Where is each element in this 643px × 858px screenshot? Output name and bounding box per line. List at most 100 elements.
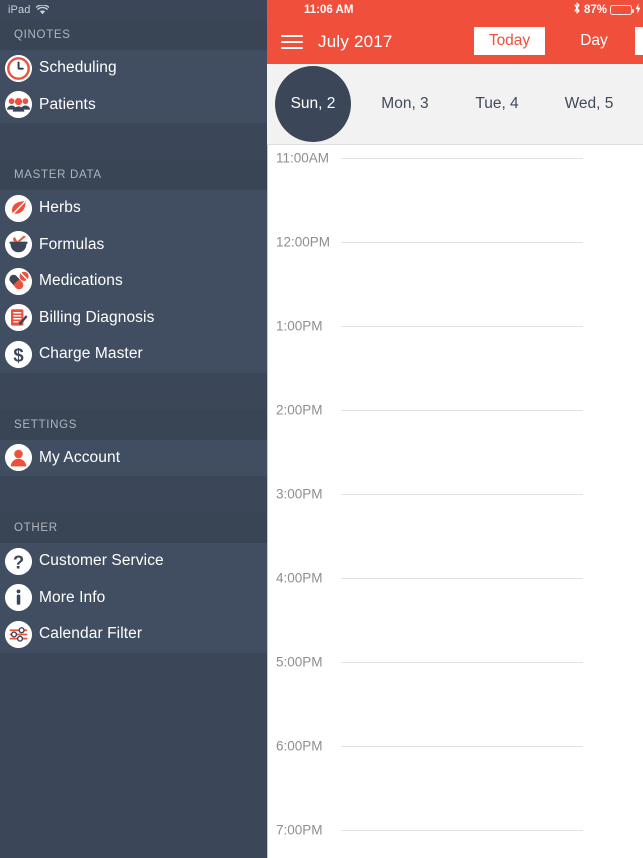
hour-label: 5:00PM bbox=[276, 654, 323, 670]
sidebar-item-label: Scheduling bbox=[39, 59, 117, 77]
svg-text:$: $ bbox=[13, 344, 24, 365]
sidebar-group-master-data: Herbs Formulas Medications Billing Diagn… bbox=[0, 190, 267, 373]
pills-icon bbox=[5, 267, 32, 295]
day-tab-label: Sun, 2 bbox=[290, 95, 336, 112]
sliders-filter-icon bbox=[5, 620, 32, 648]
device-label: iPad bbox=[8, 4, 31, 16]
hour-gridline bbox=[341, 326, 583, 327]
day-tab-mon-3[interactable]: Mon, 3 bbox=[359, 64, 451, 144]
sidebar-group-other: ? Customer Service More Info Calendar Fi… bbox=[0, 543, 267, 653]
sidebar-item-billing-diagnosis[interactable]: Billing Diagnosis bbox=[0, 300, 267, 337]
sidebar-item-label: Herbs bbox=[39, 199, 81, 217]
hour-label: 3:00PM bbox=[276, 486, 323, 502]
calendar-grid[interactable]: 11:00AM 12:00PM 1:00PM 2:00PM 3:00PM 4:0… bbox=[267, 145, 643, 858]
hour-label: 7:00PM bbox=[276, 822, 323, 838]
wifi-icon bbox=[36, 4, 50, 15]
hour-gridline bbox=[341, 494, 583, 495]
sidebar-item-label: Medications bbox=[39, 272, 123, 290]
question-mark-icon: ? bbox=[5, 547, 32, 575]
grid-left-border bbox=[267, 145, 268, 858]
view-day-button[interactable]: Day bbox=[564, 27, 624, 55]
ios-status-bar: 11:06 AM 87% bbox=[267, 0, 643, 20]
hour-gridline bbox=[341, 242, 583, 243]
leaf-icon bbox=[5, 194, 32, 222]
calendar-navbar: July 2017 Today Day bbox=[267, 20, 643, 64]
sidebar-item-label: Patients bbox=[39, 95, 96, 113]
sidebar-section-title: SETTINGS bbox=[14, 418, 78, 431]
sidebar-item-medications[interactable]: Medications bbox=[0, 263, 267, 300]
day-tab-label: Tue, 4 bbox=[475, 95, 519, 112]
sidebar-item-charge-master[interactable]: $ Charge Master bbox=[0, 336, 267, 373]
bluetooth-icon bbox=[573, 1, 581, 19]
hour-label: 2:00PM bbox=[276, 402, 323, 418]
today-button[interactable]: Today bbox=[474, 27, 545, 55]
sidebar-item-patients[interactable]: Patients bbox=[0, 87, 267, 124]
hour-label: 6:00PM bbox=[276, 738, 323, 754]
page-title: July 2017 bbox=[318, 32, 393, 51]
sidebar-item-formulas[interactable]: Formulas bbox=[0, 227, 267, 264]
battery-percent-label: 87% bbox=[583, 4, 607, 16]
hour-gridline bbox=[341, 410, 583, 411]
sidebar-section-title: MASTER DATA bbox=[14, 169, 102, 181]
hour-label: 1:00PM bbox=[276, 318, 323, 334]
sidebar-item-my-account[interactable]: My Account bbox=[0, 440, 267, 477]
day-selector-strip: Sun, 2 Mon, 3 Tue, 4 Wed, 5 bbox=[267, 64, 643, 145]
app-root: iPad QINOTES Scheduling Patients MASTER … bbox=[0, 0, 643, 858]
hour-label: 11:00AM bbox=[276, 150, 330, 166]
day-tab-tue-4[interactable]: Tue, 4 bbox=[451, 64, 543, 144]
battery-icon bbox=[610, 5, 634, 15]
day-tab-label: Wed, 5 bbox=[564, 95, 614, 112]
status-bar-clock: 11:06 AM bbox=[304, 4, 354, 16]
sidebar-item-label: Charge Master bbox=[39, 345, 143, 363]
view-day-label: Day bbox=[580, 32, 608, 49]
sidebar-section-title: OTHER bbox=[14, 522, 58, 534]
sidebar-item-herbs[interactable]: Herbs bbox=[0, 190, 267, 227]
sidebar-item-customer-service[interactable]: ? Customer Service bbox=[0, 543, 267, 580]
mortar-pestle-icon bbox=[5, 231, 32, 259]
sidebar-spacer bbox=[0, 123, 267, 160]
sidebar-item-scheduling[interactable]: Scheduling bbox=[0, 50, 267, 87]
sidebar-spacer bbox=[0, 476, 267, 513]
view-week-button-clipped[interactable] bbox=[635, 27, 643, 55]
hour-gridline bbox=[341, 746, 583, 747]
day-tab-sun-2[interactable]: Sun, 2 bbox=[267, 64, 359, 144]
day-tab-label: Mon, 3 bbox=[381, 95, 429, 112]
sidebar-item-calendar-filter[interactable]: Calendar Filter bbox=[0, 616, 267, 653]
sidebar: iPad QINOTES Scheduling Patients MASTER … bbox=[0, 0, 267, 858]
sidebar-group-settings: My Account bbox=[0, 439, 267, 477]
hour-gridline bbox=[341, 578, 583, 579]
hamburger-menu-icon[interactable] bbox=[281, 31, 303, 53]
clock-icon bbox=[5, 54, 32, 82]
day-tab-wed-5[interactable]: Wed, 5 bbox=[543, 64, 635, 144]
sidebar-spacer bbox=[0, 372, 267, 410]
sidebar-item-label: Customer Service bbox=[39, 552, 164, 570]
sidebar-section-header-other: OTHER bbox=[0, 513, 267, 543]
info-icon bbox=[5, 584, 32, 612]
hour-label: 4:00PM bbox=[276, 570, 323, 586]
lightning-bolt-icon bbox=[635, 1, 641, 19]
status-bar-right-icons: 87% bbox=[573, 1, 641, 19]
dollar-sign-icon: $ bbox=[5, 340, 32, 368]
hour-label: 12:00PM bbox=[276, 234, 331, 250]
calendar-pane: 11:06 AM 87% July 2017 Today Day Sun, 2 … bbox=[267, 0, 643, 858]
sidebar-item-label: Billing Diagnosis bbox=[39, 308, 155, 326]
document-pen-icon bbox=[5, 304, 32, 332]
sidebar-section-title: QINOTES bbox=[14, 29, 71, 41]
sidebar-item-label: More Info bbox=[39, 588, 106, 606]
hour-gridline bbox=[341, 158, 583, 159]
svg-text:?: ? bbox=[13, 551, 24, 572]
sidebar-item-label: Formulas bbox=[39, 235, 105, 253]
sidebar-section-header-qinotes: QINOTES bbox=[0, 20, 267, 50]
hour-gridline bbox=[341, 662, 583, 663]
sidebar-group-qinotes: Scheduling Patients bbox=[0, 50, 267, 123]
today-button-label: Today bbox=[488, 32, 531, 49]
sidebar-section-header-settings: SETTINGS bbox=[0, 409, 267, 440]
hour-gridline bbox=[341, 830, 583, 831]
sidebar-item-label: Calendar Filter bbox=[39, 625, 143, 643]
sidebar-item-label: My Account bbox=[39, 448, 121, 466]
sidebar-item-more-info[interactable]: More Info bbox=[0, 580, 267, 617]
people-group-icon bbox=[5, 91, 32, 119]
person-icon bbox=[5, 444, 32, 472]
ipad-status-bar-left: iPad bbox=[0, 0, 267, 20]
sidebar-section-header-master-data: MASTER DATA bbox=[0, 160, 267, 190]
